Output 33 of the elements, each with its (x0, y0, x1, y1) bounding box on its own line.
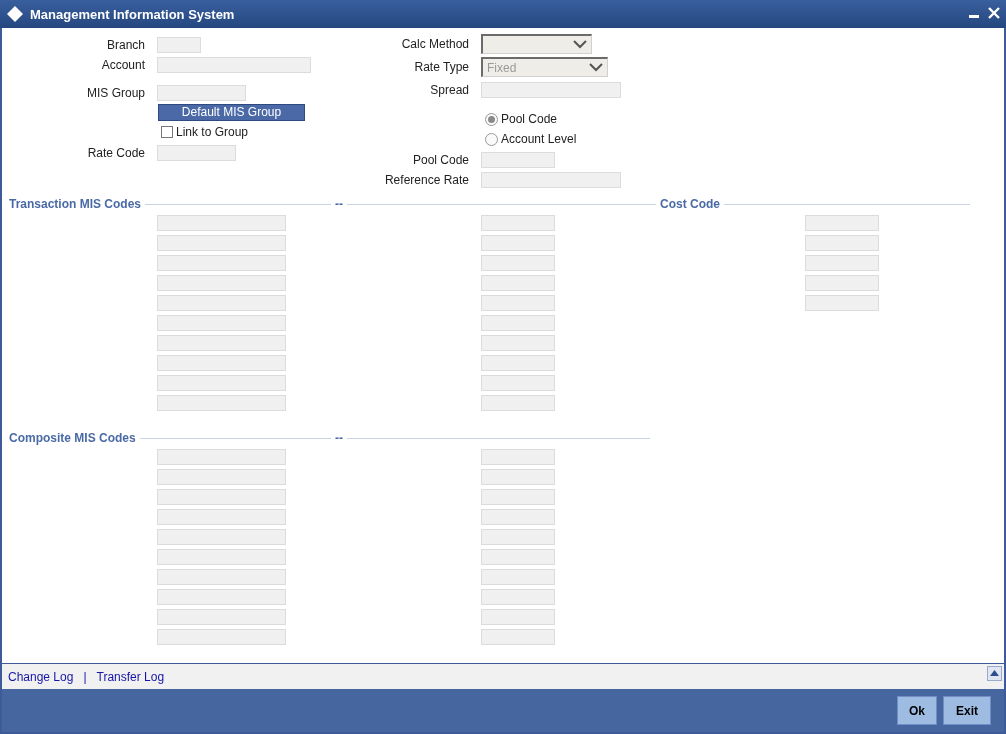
radio-label: Account Level (501, 132, 577, 146)
chevron-down-icon (573, 40, 587, 49)
field-label: Branch (105, 38, 146, 52)
footer-link[interactable]: Transfer Log (96, 669, 165, 684)
field-label: MIS Group (85, 86, 146, 100)
section-title: -- (335, 197, 343, 211)
chevron-down-icon (589, 63, 603, 72)
close-icon[interactable] (988, 6, 1000, 19)
field-label: Rate Code (86, 146, 146, 160)
section-title: -- (335, 431, 343, 445)
section-title: Cost Code (660, 197, 720, 211)
dialog-button[interactable]: Ok (897, 696, 937, 725)
field-label: Rate Type (413, 60, 470, 74)
window-title: Management Information System (30, 6, 236, 22)
field-label: Reference Rate (383, 173, 470, 187)
field-label: Account (100, 58, 146, 72)
field-label: Pool Code (411, 153, 470, 167)
scroll-up-icon[interactable] (987, 666, 1002, 681)
section-title: Composite MIS Codes (9, 431, 136, 445)
link-separator: | (83, 669, 87, 684)
dropdown[interactable] (481, 34, 592, 54)
radio-label: Pool Code (501, 112, 558, 126)
footer-link[interactable]: Change Log (8, 669, 74, 684)
dialog-button[interactable]: Exit (943, 696, 991, 725)
radio-button[interactable] (485, 132, 498, 146)
checkbox-label: Link to Group (176, 125, 249, 139)
checkbox[interactable] (161, 126, 173, 138)
field-label: Calc Method (400, 37, 470, 51)
field-label: Spread (429, 83, 470, 97)
section-title: Transaction MIS Codes (9, 197, 142, 211)
default-mis-group-button[interactable]: Default MIS Group (158, 103, 305, 121)
diamond-icon (6, 5, 24, 23)
radio-button[interactable] (485, 112, 498, 126)
